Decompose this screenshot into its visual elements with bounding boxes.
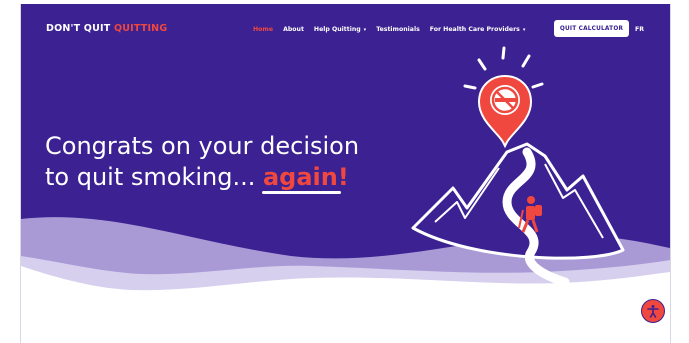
nav-item-label: Home — [253, 26, 274, 33]
language-toggle[interactable]: FR — [635, 26, 644, 33]
main-nav: Home About Help Quitting ▾ Testimonials … — [253, 26, 535, 33]
nav-item-testimonials[interactable]: Testimonials — [376, 26, 420, 33]
nav-item-home[interactable]: Home — [253, 26, 273, 33]
nav-item-label: Testimonials — [376, 26, 420, 33]
chevron-down-icon: ▾ — [363, 26, 367, 33]
nav-item-label: Help Quitting — [313, 26, 361, 33]
nav-item-help-quitting[interactable]: Help Quitting ▾ — [314, 26, 366, 33]
nav-item-about[interactable]: About — [283, 26, 304, 33]
hero-headline-line2: to quit smoking... again! — [45, 162, 359, 193]
logo-text-primary: DON'T QUIT — [46, 23, 111, 34]
hero-section: DON'T QUIT QUITTING Home About Help Quit… — [21, 4, 670, 304]
hero-headline-prefix: to quit smoking... — [45, 163, 256, 191]
mountain-illustration — [411, 46, 625, 287]
hero-headline-accent: again! — [262, 163, 349, 191]
nav-item-label: For Health Care Providers — [429, 26, 520, 33]
quit-calculator-button[interactable]: QUIT CALCULATOR — [554, 20, 629, 37]
chevron-down-icon: ▾ — [522, 26, 526, 33]
browser-viewport: DON'T QUIT QUITTING Home About Help Quit… — [20, 4, 671, 343]
no-smoking-icon — [490, 85, 520, 115]
accessibility-icon — [647, 305, 659, 318]
site-logo[interactable]: DON'T QUIT QUITTING — [46, 23, 167, 34]
nav-item-health-care-providers[interactable]: For Health Care Providers ▾ — [430, 26, 526, 33]
accessibility-button[interactable] — [641, 299, 665, 323]
logo-text-accent: QUITTING — [113, 23, 168, 34]
hero-headline: Congrats on your decision to quit smokin… — [45, 131, 359, 193]
nav-item-label: About — [283, 26, 304, 33]
hero-headline-line1: Congrats on your decision — [45, 132, 360, 160]
